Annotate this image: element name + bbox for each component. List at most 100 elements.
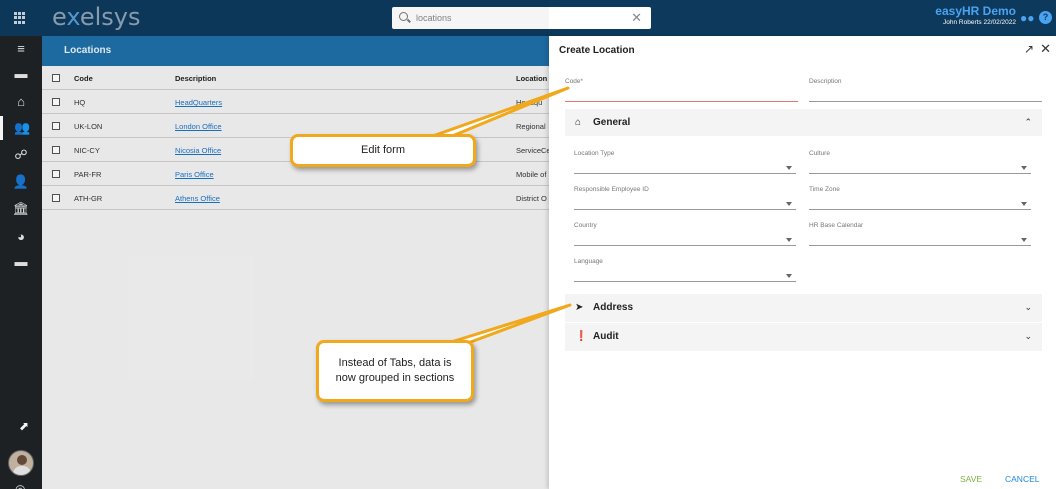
global-search[interactable]: ✕ [392,7,651,29]
tenant-info: easyHR Demo John Roberts 22/02/2022 [935,4,1016,26]
section-title-audit: Audit [593,331,619,342]
row-location: Headqu [516,98,543,107]
sections-note-line2: now grouped in sections [335,372,455,384]
location-type-label: Location Type [574,150,615,157]
search-icon [399,12,408,21]
row-checkbox[interactable] [52,146,60,154]
row-checkbox[interactable] [52,170,60,178]
folder-open-icon[interactable]: ▬ [0,249,42,273]
culture-select[interactable]: Culture [809,148,1031,174]
hr-base-calendar-label: HR Base Calendar [809,222,864,229]
section-title-general: General [593,117,631,128]
time-zone-label: Time Zone [809,186,840,193]
row-description-link[interactable]: Nicosia Office [175,146,221,155]
help-icon[interactable]: ? [1039,11,1052,24]
cancel-button[interactable]: CANCEL [1005,474,1039,484]
hr-base-calendar-select[interactable]: HR Base Calendar [809,220,1031,246]
home-icon[interactable]: ⌂ [0,89,42,113]
country-label: Country [574,222,597,229]
row-code: PAR-FR [74,170,102,179]
globe-icon[interactable]: ◎ [15,482,25,489]
table-row[interactable]: HQ HeadQuarters Headqu [42,90,552,114]
user-minus-icon[interactable]: 👤 [0,170,42,194]
save-button[interactable]: SAVE [960,474,982,484]
dropdown-caret-icon [786,166,792,170]
home-icon: ⌂ [575,117,582,128]
row-description-link[interactable]: HeadQuarters [175,98,222,107]
section-title-address: Address [593,302,634,313]
code-field[interactable]: Code* [565,76,798,102]
list-header: Locations [42,36,552,66]
dropdown-caret-icon [786,202,792,206]
row-code: HQ [74,98,86,107]
chevron-down-icon[interactable]: ⌄ [1024,331,1032,342]
time-zone-select[interactable]: Time Zone [809,184,1031,210]
switch-user-icon[interactable]: ●● [1020,12,1035,24]
chevron-up-icon[interactable]: ⌃ [1024,117,1032,128]
section-audit[interactable]: ❗ Audit ⌄ [565,323,1042,351]
row-code: UK-LON [74,122,103,131]
expand-icon[interactable]: ↗ [1024,42,1034,56]
row-code: ATH-GR [74,194,103,203]
dropdown-caret-icon [1021,238,1027,242]
description-label: Description [809,78,842,85]
location-type-select[interactable]: Location Type [574,148,796,174]
exelsys-logo: exelsys [52,3,141,31]
select-all-checkbox[interactable] [52,74,60,82]
row-checkbox[interactable] [52,194,60,202]
table-header-row: Code Description Location [42,66,552,90]
row-code: NIC-CY [74,146,100,155]
culture-label: Culture [809,150,830,157]
code-label: Code* [565,78,584,85]
people-icon[interactable]: 👥 [0,116,42,140]
apps-grid-icon[interactable] [14,12,26,24]
language-select[interactable]: Language [574,256,796,282]
avatar[interactable] [8,450,34,476]
row-location: Regional [516,122,546,131]
column-header-description[interactable]: Description [175,74,216,83]
info-icon: ❗ [575,331,588,342]
user-info: John Roberts 22/02/2022 [943,19,1016,26]
row-location: Mobile of [516,170,547,179]
list-title: Locations [64,45,112,56]
top-bar: exelsys ✕ easyHR Demo John Roberts 22/02… [0,0,1056,36]
bank-icon[interactable]: 🏛 [0,197,42,221]
sections-note-line1: Instead of Tabs, data is [338,357,452,370]
pie-chart-icon[interactable]: ◕ [0,224,42,248]
folder-icon[interactable]: ▬ [0,61,42,85]
country-select[interactable]: Country [574,220,796,246]
menu-icon[interactable]: ≡ [0,36,42,60]
dropdown-caret-icon [786,274,792,278]
responsible-employee-label: Responsible Employee ID [574,186,649,193]
edit-form-callout: Edit form [290,134,476,167]
language-label: Language [574,258,603,265]
row-location: District O [516,194,547,203]
column-header-code[interactable]: Code [74,74,93,83]
table-row[interactable]: ATH-GR Athens Office District O [42,186,552,210]
column-header-location[interactable]: Location [516,74,550,83]
close-icon[interactable]: ✕ [1040,41,1051,57]
form-title: Create Location [559,45,635,56]
location-arrow-icon: ➤ [575,302,584,313]
description-field[interactable]: Description [809,76,1042,102]
dropdown-caret-icon [1021,202,1027,206]
nav-rail: ≡ ▬ ⌂ 👥 ☍ 👤 🏛 ◕ ▬ ⬈ ◎ [0,36,42,489]
org-chart-icon[interactable]: ☍ [0,143,42,167]
tenant-name: easyHR Demo [935,4,1016,18]
row-description-link[interactable]: London Office [175,122,222,131]
section-address[interactable]: ➤ Address ⌄ [565,294,1042,322]
row-description-link[interactable]: Paris Office [175,170,214,179]
dropdown-caret-icon [1021,166,1027,170]
dropdown-caret-icon [786,238,792,242]
create-location-panel: Create Location ↗ ✕ Code* Description ⌂ … [549,36,1056,489]
clear-search-icon[interactable]: ✕ [631,10,642,26]
row-checkbox[interactable] [52,122,60,130]
responsible-employee-select[interactable]: Responsible Employee ID [574,184,796,210]
chevron-down-icon[interactable]: ⌄ [1024,302,1032,313]
row-location: ServiceCe [516,146,550,155]
row-description-link[interactable]: Athens Office [175,194,220,203]
search-input[interactable] [416,10,616,26]
sections-note-callout: Instead of Tabs, data is now grouped in … [316,340,474,402]
section-general[interactable]: ⌂ General ⌃ [565,109,1042,137]
row-checkbox[interactable] [52,98,60,106]
